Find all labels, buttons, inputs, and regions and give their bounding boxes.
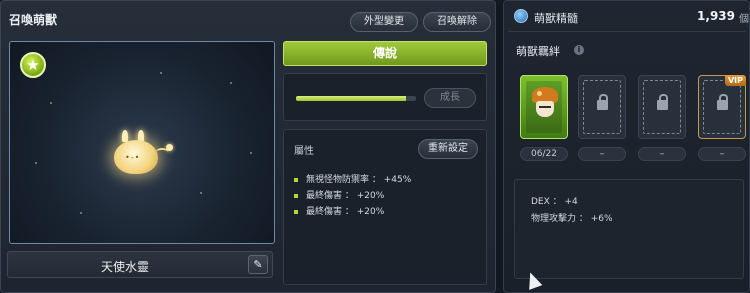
pet-name: 天使水靈 xyxy=(100,260,149,274)
slot-label: – xyxy=(698,147,746,161)
sparkle xyxy=(160,72,162,74)
bond-slot-2[interactable] xyxy=(578,75,626,139)
bullet xyxy=(294,193,298,198)
essence-unit: 個 xyxy=(739,14,749,25)
lock-icon xyxy=(597,94,608,110)
info-icon[interactable]: i xyxy=(574,45,584,55)
pet-bond-panel: 萌獸精髓 1,939 個 萌獸羈絆 i VIP 06/22 – – – DEX … xyxy=(503,0,750,293)
bullet xyxy=(294,209,298,214)
attribute-text: 最終傷害 ： +20% xyxy=(306,191,385,201)
pet-preview: ★ •-• xyxy=(9,41,275,244)
stat-line: 物理攻擊力 ： +6% xyxy=(531,214,613,224)
dismiss-summon-button[interactable]: 召喚解除 xyxy=(423,12,491,32)
sparkle xyxy=(35,162,37,164)
growth-button[interactable]: 成長 xyxy=(424,88,476,108)
sparkle xyxy=(200,192,202,194)
slot-label: 06/22 xyxy=(520,147,568,161)
slot-label: – xyxy=(638,147,686,161)
sparkle xyxy=(230,82,232,84)
panel-title: 召喚萌獸 xyxy=(9,13,58,27)
reset-attributes-button[interactable]: 重新設定 xyxy=(418,139,478,159)
pet-orb xyxy=(166,144,173,151)
lock-icon xyxy=(657,94,668,110)
bond-slot-3[interactable] xyxy=(638,75,686,139)
divider xyxy=(508,31,745,32)
growth-progress-bar xyxy=(296,96,416,101)
bond-title: 萌獸羈絆 xyxy=(516,45,560,58)
pet-name-bar: 天使水靈 ✎ xyxy=(7,251,273,278)
essence-count: 1,939 xyxy=(697,9,735,23)
growth-progress-fill xyxy=(296,96,407,101)
attribute-line: 無視怪物防禦率 ： +45% xyxy=(294,172,411,185)
sparkle xyxy=(250,152,252,154)
attribute-text: 無視怪物防禦率 ： +45% xyxy=(306,175,412,185)
attribute-text: 最終傷害 ： +20% xyxy=(306,207,385,217)
mushroom-portrait xyxy=(526,81,562,133)
pet-face: •-• xyxy=(125,153,140,162)
summon-pet-panel: 召喚萌獸 外型變更 召喚解除 ★ •-• 天使水靈 ✎ 傳說 成長 屬性 重新設… xyxy=(0,0,496,293)
bond-slot-1[interactable] xyxy=(520,75,568,139)
appearance-change-button[interactable]: 外型變更 xyxy=(350,12,418,32)
bond-stats-box: DEX ： +4 物理攻擊力 ： +6% xyxy=(514,179,744,279)
bullet xyxy=(294,177,298,182)
sparkle xyxy=(80,212,82,214)
lock-icon xyxy=(717,94,728,110)
stat-line: DEX ： +4 xyxy=(531,197,578,207)
attributes-section: 屬性 重新設定 無視怪物防禦率 ： +45% 最終傷害 ： +20% 最終傷害 … xyxy=(283,129,487,285)
growth-section: 成長 xyxy=(283,73,487,121)
star-badge-icon: ★ xyxy=(20,52,46,78)
bond-slot-vip[interactable]: VIP xyxy=(698,75,746,139)
grade-label: 傳說 xyxy=(283,41,487,66)
essence-label: 萌獸精髓 xyxy=(534,12,578,25)
attribute-line: 最終傷害 ： +20% xyxy=(294,188,384,201)
essence-gem-icon xyxy=(514,9,528,23)
vip-badge: VIP xyxy=(724,75,746,86)
sparkle xyxy=(50,102,52,104)
attributes-label: 屬性 xyxy=(294,146,314,157)
pet-sprite: •-• xyxy=(108,130,174,182)
edit-name-icon[interactable]: ✎ xyxy=(248,255,268,274)
attribute-line: 最終傷害 ： +20% xyxy=(294,204,384,217)
slot-label: – xyxy=(578,147,626,161)
mushroom-face xyxy=(536,101,554,117)
